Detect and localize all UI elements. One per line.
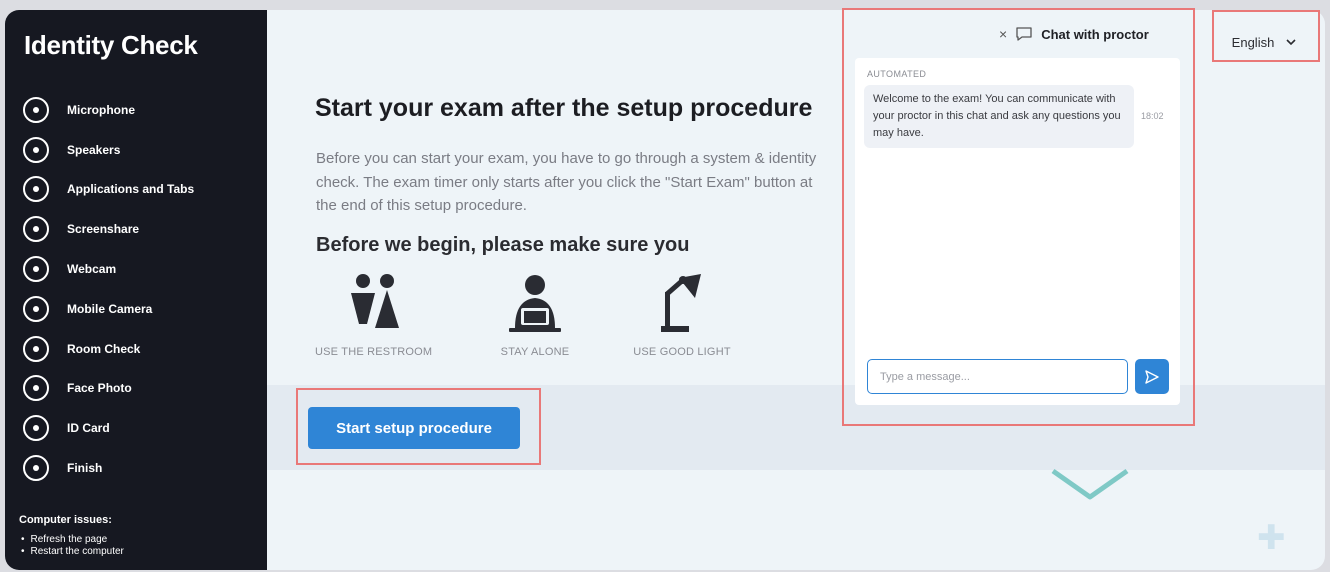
step-microphone: Microphone xyxy=(23,90,194,130)
step-indicator-icon xyxy=(23,455,49,482)
page-title: Start your exam after the setup procedur… xyxy=(315,94,813,122)
step-label: Webcam xyxy=(67,262,117,277)
sidebar: Identity Check Microphone Speakers Appli… xyxy=(5,10,267,570)
person-laptop-icon xyxy=(509,275,561,332)
step-webcam: Webcam xyxy=(23,249,194,289)
issue-item: Refresh the page xyxy=(19,534,124,546)
prep-subheading: Before we begin, please make sure you xyxy=(316,234,690,256)
step-indicator-icon xyxy=(23,96,49,123)
prep-good-light: USE GOOD LIGHT xyxy=(627,274,737,358)
step-applications-and-tabs: Applications and Tabs xyxy=(23,170,194,210)
prep-label: STAY ALONE xyxy=(500,346,570,358)
sidebar-title: Identity Check xyxy=(24,30,198,60)
language-highlight-box xyxy=(1212,10,1320,62)
step-indicator-icon xyxy=(23,256,49,283)
step-mobile-camera: Mobile Camera xyxy=(23,289,194,329)
step-label: Screenshare xyxy=(67,222,140,237)
step-list: Microphone Speakers Applications and Tab… xyxy=(23,90,194,488)
step-label: Room Check xyxy=(67,341,141,356)
restroom-icon xyxy=(350,274,399,328)
step-indicator-icon xyxy=(23,295,49,322)
step-label: Microphone xyxy=(67,102,135,117)
chat-highlight-box xyxy=(842,8,1195,426)
step-indicator-icon xyxy=(23,136,49,163)
step-room-check: Room Check xyxy=(23,329,194,369)
step-label: Finish xyxy=(67,461,103,476)
step-id-card: ID Card xyxy=(23,408,194,448)
prep-label: USE THE RESTROOM xyxy=(315,346,433,358)
prep-restroom: USE THE RESTROOM xyxy=(315,274,432,358)
page-description: Before you can start your exam, you have… xyxy=(316,150,817,214)
computer-issues: Computer issues: Refresh the page Restar… xyxy=(19,514,124,558)
step-label: Mobile Camera xyxy=(67,301,153,316)
step-indicator-icon xyxy=(23,176,49,203)
step-indicator-icon xyxy=(23,216,49,243)
step-indicator-icon xyxy=(23,415,49,442)
start-button-highlight-box xyxy=(296,388,541,465)
prep-stay-alone: STAY ALONE xyxy=(495,274,575,358)
plus-decoration-icon: ✚ xyxy=(1257,519,1286,557)
step-label: Face Photo xyxy=(67,381,132,396)
step-face-photo: Face Photo xyxy=(23,369,194,409)
step-finish: Finish xyxy=(23,448,194,488)
step-label: Speakers xyxy=(67,142,121,157)
computer-issues-title: Computer issues: xyxy=(19,514,112,526)
issue-item: Restart the computer xyxy=(19,546,124,558)
prep-label: USE GOOD LIGHT xyxy=(633,346,731,358)
chevron-decoration-icon xyxy=(1051,468,1129,500)
step-label: ID Card xyxy=(67,421,110,436)
desk-lamp-icon xyxy=(661,274,701,332)
step-label: Applications and Tabs xyxy=(67,182,195,197)
step-indicator-icon xyxy=(23,375,49,402)
step-screenshare: Screenshare xyxy=(23,209,194,249)
step-speakers: Speakers xyxy=(23,130,194,170)
step-indicator-icon xyxy=(23,335,49,362)
